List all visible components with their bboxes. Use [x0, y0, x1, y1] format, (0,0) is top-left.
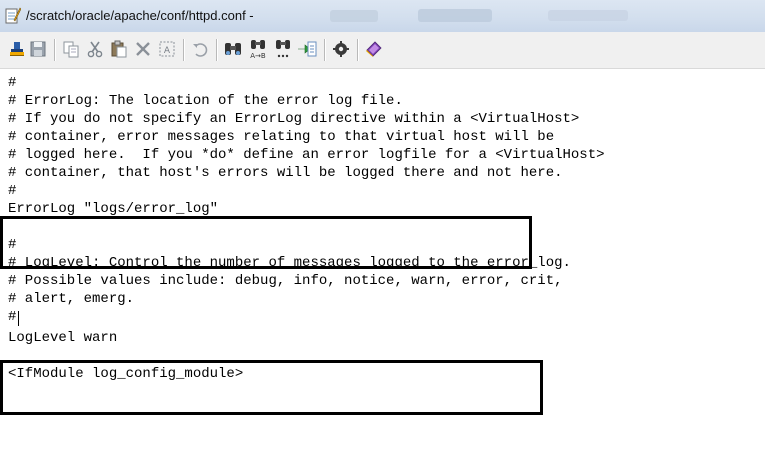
editor-line: # ErrorLog: The location of the error lo…	[8, 93, 403, 109]
editor-line: # Possible values include: debug, info, …	[8, 273, 563, 289]
editor-line: # container, error messages relating to …	[8, 129, 555, 145]
paste-icon[interactable]	[108, 38, 130, 60]
undo-icon[interactable]	[189, 38, 211, 60]
select-all-icon[interactable]: A	[156, 38, 178, 60]
window-titlebar: /scratch/oracle/apache/conf/httpd.conf -	[0, 0, 765, 32]
editor-line: # LogLevel: Control the number of messag…	[8, 255, 571, 271]
loglevel-directive-line: LogLevel warn	[8, 330, 118, 346]
editor-text-area[interactable]: # # ErrorLog: The location of the error …	[0, 72, 765, 454]
delete-icon[interactable]	[132, 38, 154, 60]
svg-text:A: A	[164, 46, 171, 56]
replace-icon[interactable]: A→B	[247, 38, 269, 60]
toolbar-separator	[54, 39, 55, 61]
settings-icon[interactable]	[330, 38, 352, 60]
goto-icon[interactable]	[296, 38, 318, 60]
editor-line: # If you do not specify an ErrorLog dire…	[8, 111, 580, 127]
toolbar-separator	[183, 39, 184, 61]
blurred-region	[330, 10, 378, 22]
copy-icon[interactable]	[60, 38, 82, 60]
blurred-region	[548, 10, 628, 21]
toolbar-separator	[216, 39, 217, 61]
toolbar-separator	[357, 39, 358, 61]
editor-line: # logged here. If you *do* define an err…	[8, 147, 605, 163]
notepad-app-icon	[5, 7, 22, 24]
help-icon[interactable]	[363, 38, 385, 60]
cut-icon[interactable]	[84, 38, 106, 60]
blurred-region	[418, 9, 492, 22]
editor-line: #	[8, 183, 17, 199]
window-title: /scratch/oracle/apache/conf/httpd.conf -	[26, 8, 254, 23]
editor-line: <IfModule log_config_module>	[8, 366, 244, 382]
find-in-files-icon[interactable]	[272, 38, 294, 60]
editor-line: #	[8, 309, 17, 325]
editor-line: # alert, emerg.	[8, 291, 135, 307]
errorlog-directive-line: ErrorLog "logs/error_log"	[8, 201, 219, 217]
toolbar: A A→B	[0, 32, 765, 69]
text-caret	[18, 311, 19, 326]
svg-text:A→B: A→B	[250, 52, 266, 59]
save-icon[interactable]	[27, 38, 49, 60]
editor-line: #	[8, 237, 17, 253]
editor-line: # container, that host's errors will be …	[8, 165, 563, 181]
find-icon[interactable]	[222, 38, 244, 60]
toolbar-separator	[324, 39, 325, 61]
run-icon[interactable]	[6, 38, 28, 60]
editor-line: #	[8, 75, 17, 91]
